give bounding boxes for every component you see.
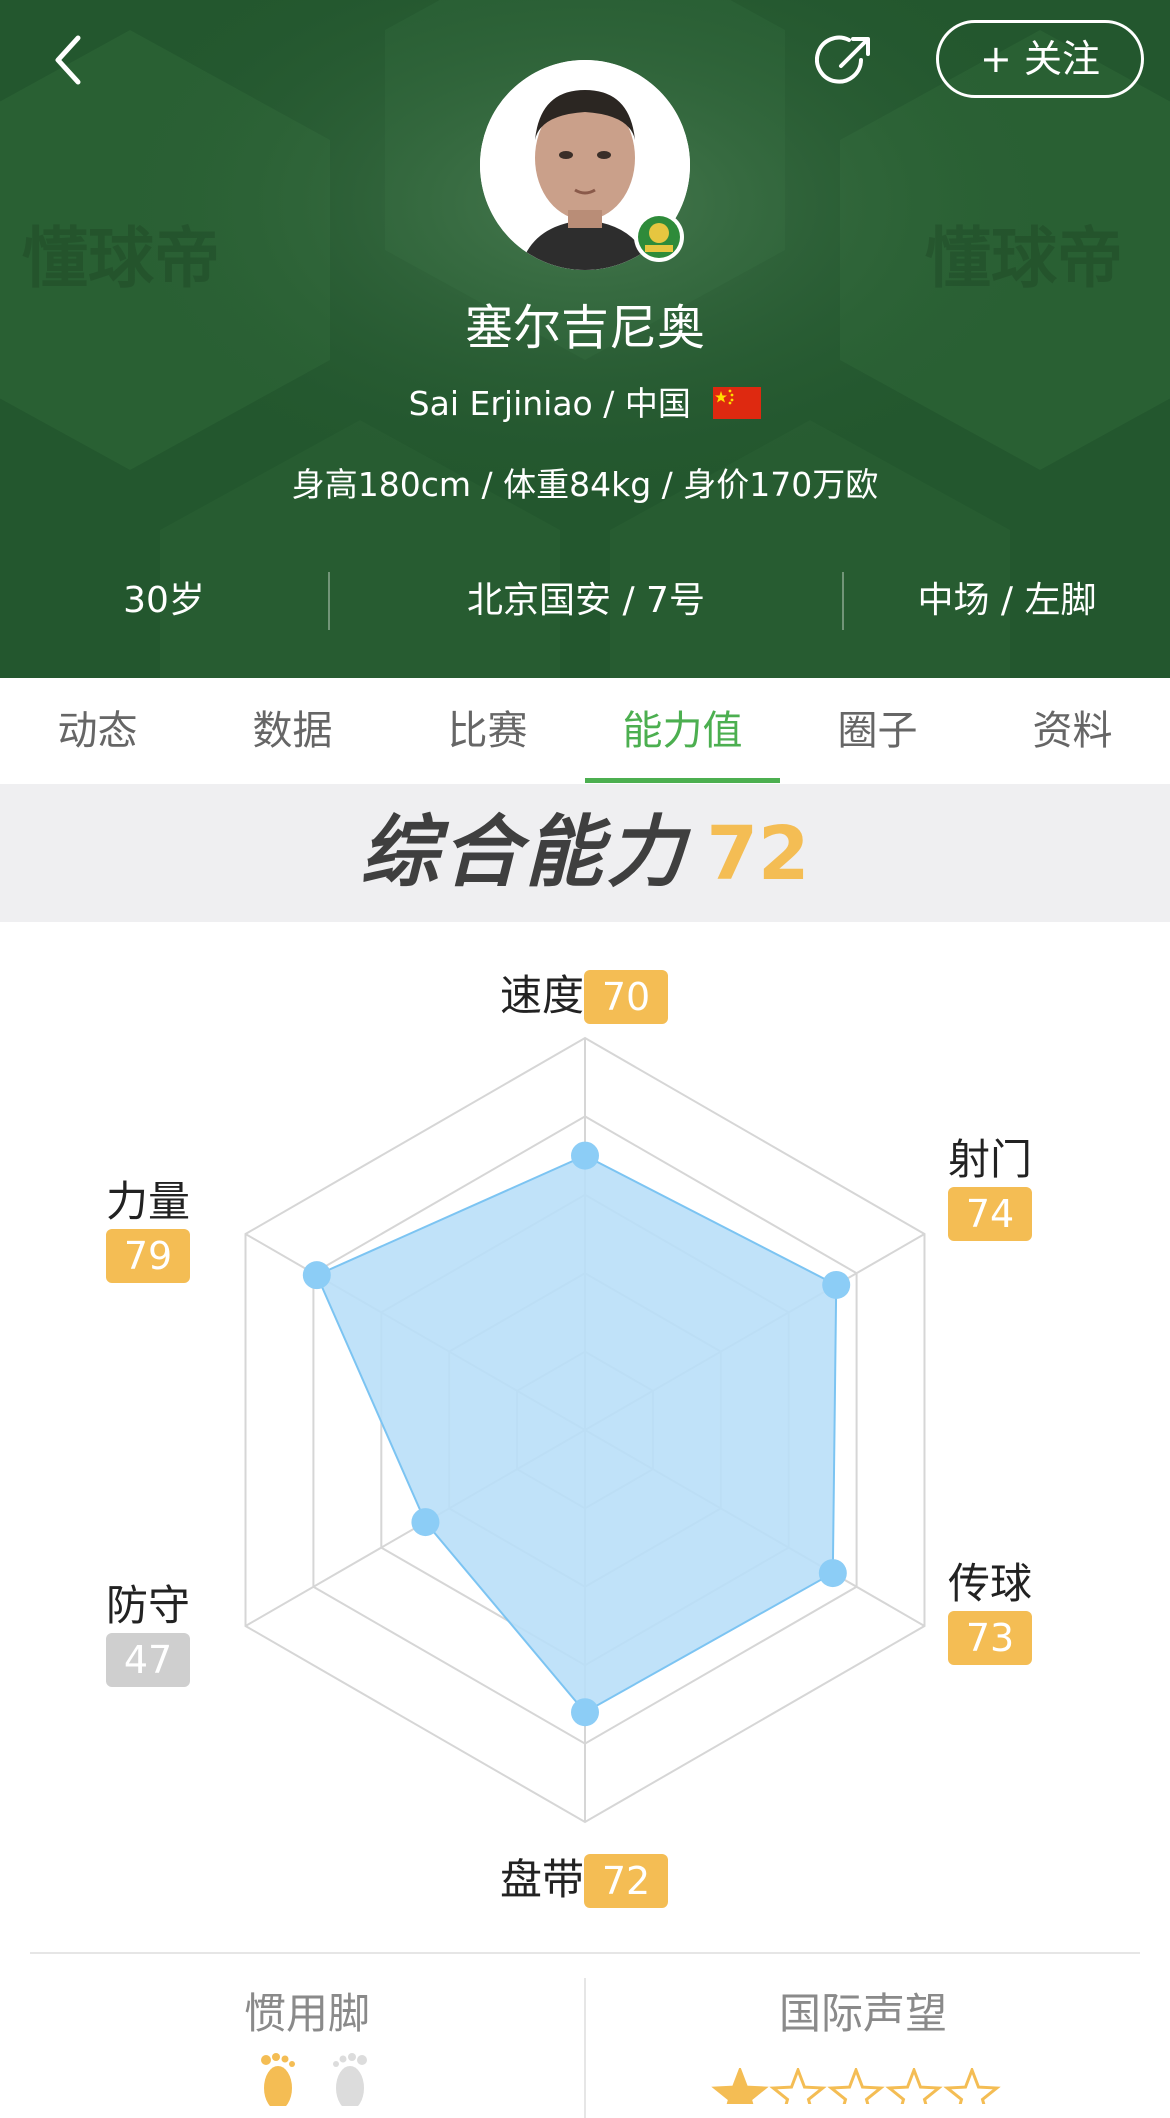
preferred-foot-title: 惯用脚 bbox=[243, 1989, 370, 2038]
attr-speed-label: 速度 bbox=[500, 971, 585, 1020]
reputation-stars bbox=[711, 2068, 1001, 2104]
tab-matches[interactable]: 比赛 bbox=[390, 678, 585, 784]
back-button[interactable] bbox=[40, 30, 100, 90]
radar-point-防守 bbox=[411, 1508, 440, 1537]
radar-point-射门 bbox=[822, 1270, 851, 1299]
attr-shooting: 射门 74 bbox=[948, 1126, 1032, 1241]
attr-strength: 力量 79 bbox=[106, 1168, 190, 1283]
overall-ability-title: 综合能力 bbox=[360, 808, 689, 898]
attr-shooting-label: 射门 bbox=[948, 1135, 1033, 1184]
radar-point-盘带 bbox=[571, 1698, 599, 1727]
attr-defense-value: 47 bbox=[106, 1633, 190, 1687]
attr-passing-label: 传球 bbox=[948, 1559, 1033, 1608]
right-foot-icon bbox=[333, 2053, 367, 2106]
radar-chart bbox=[244, 1036, 926, 1824]
attr-speed: 速度 70 bbox=[500, 962, 669, 1024]
player-header: 懂球帝 懂球帝 + 关注 塞尔吉尼奥 Sai Erjiniao / 中国 身高1… bbox=[0, 0, 1170, 678]
attr-passing: 传球 73 bbox=[948, 1550, 1032, 1665]
attr-dribbling-label: 盘带 bbox=[500, 1855, 585, 1904]
radar-point-速度 bbox=[571, 1141, 599, 1170]
player-body-stats: 身高180cm / 体重84kg / 身价170万欧 bbox=[291, 465, 879, 504]
tab-bar: 动态 数据 比赛 能力值 圈子 资料 bbox=[0, 678, 1170, 784]
reputation-title: 国际声望 bbox=[778, 1989, 947, 2038]
star-empty-icon bbox=[885, 2068, 943, 2104]
player-name-en: Sai Erjiniao / 中国 bbox=[408, 384, 691, 423]
watermark-left: 懂球帝 bbox=[22, 220, 220, 297]
player-info-row: 30岁 北京国安 / 7号 中场 / 左脚 bbox=[0, 566, 1170, 636]
attr-strength-label: 力量 bbox=[106, 1177, 191, 1226]
attr-dribbling: 盘带 72 bbox=[500, 1846, 669, 1908]
star-empty-icon bbox=[943, 2068, 1001, 2104]
active-tab-indicator bbox=[585, 778, 780, 783]
star-empty-icon bbox=[769, 2068, 827, 2104]
back-arrow-icon bbox=[55, 35, 81, 85]
share-button[interactable] bbox=[815, 30, 877, 92]
star-filled-icon bbox=[711, 2068, 769, 2104]
player-name-cn: 塞尔吉尼奥 bbox=[464, 300, 705, 356]
player-age: 30岁 bbox=[123, 580, 205, 621]
player-name-country: Sai Erjiniao / 中国 bbox=[0, 382, 1170, 426]
tab-circle[interactable]: 圈子 bbox=[780, 678, 975, 784]
radar-point-力量 bbox=[302, 1261, 331, 1290]
share-icon bbox=[815, 35, 870, 84]
attr-passing-value: 73 bbox=[948, 1611, 1032, 1665]
follow-button[interactable]: + 关注 bbox=[936, 20, 1144, 98]
player-position-foot: 中场 / 左脚 bbox=[917, 580, 1097, 621]
attr-strength-value: 79 bbox=[106, 1229, 190, 1283]
tab-dynamics[interactable]: 动态 bbox=[0, 678, 195, 784]
overall-ability-band: 综合能力 72 bbox=[0, 784, 1170, 922]
overall-ability-value: 72 bbox=[706, 811, 810, 897]
watermark-right: 懂球帝 bbox=[925, 220, 1123, 297]
attr-shooting-value: 74 bbox=[948, 1187, 1032, 1241]
ability-radar: 速度 70 射门 74 传球 73 盘带 72 防守 47 力量 79 bbox=[0, 922, 1170, 1952]
attr-dribbling-value: 72 bbox=[584, 1854, 669, 1908]
club-badge-icon bbox=[634, 212, 684, 262]
tab-profile[interactable]: 资料 bbox=[975, 678, 1170, 784]
radar-value-area bbox=[315, 1154, 838, 1714]
left-foot-icon bbox=[261, 2053, 295, 2106]
attr-defense: 防守 47 bbox=[106, 1572, 190, 1687]
attr-defense-label: 防守 bbox=[106, 1581, 191, 1630]
star-empty-icon bbox=[827, 2068, 885, 2104]
tab-data[interactable]: 数据 bbox=[195, 678, 390, 784]
section-divider bbox=[30, 1952, 1140, 1954]
china-flag-icon bbox=[713, 386, 762, 419]
tab-ability[interactable]: 能力值 bbox=[585, 678, 780, 784]
attr-speed-value: 70 bbox=[584, 970, 669, 1024]
preferred-foot-icons bbox=[261, 2053, 367, 2106]
radar-point-传球 bbox=[818, 1559, 847, 1588]
player-club-number: 北京国安 / 7号 bbox=[467, 580, 705, 621]
